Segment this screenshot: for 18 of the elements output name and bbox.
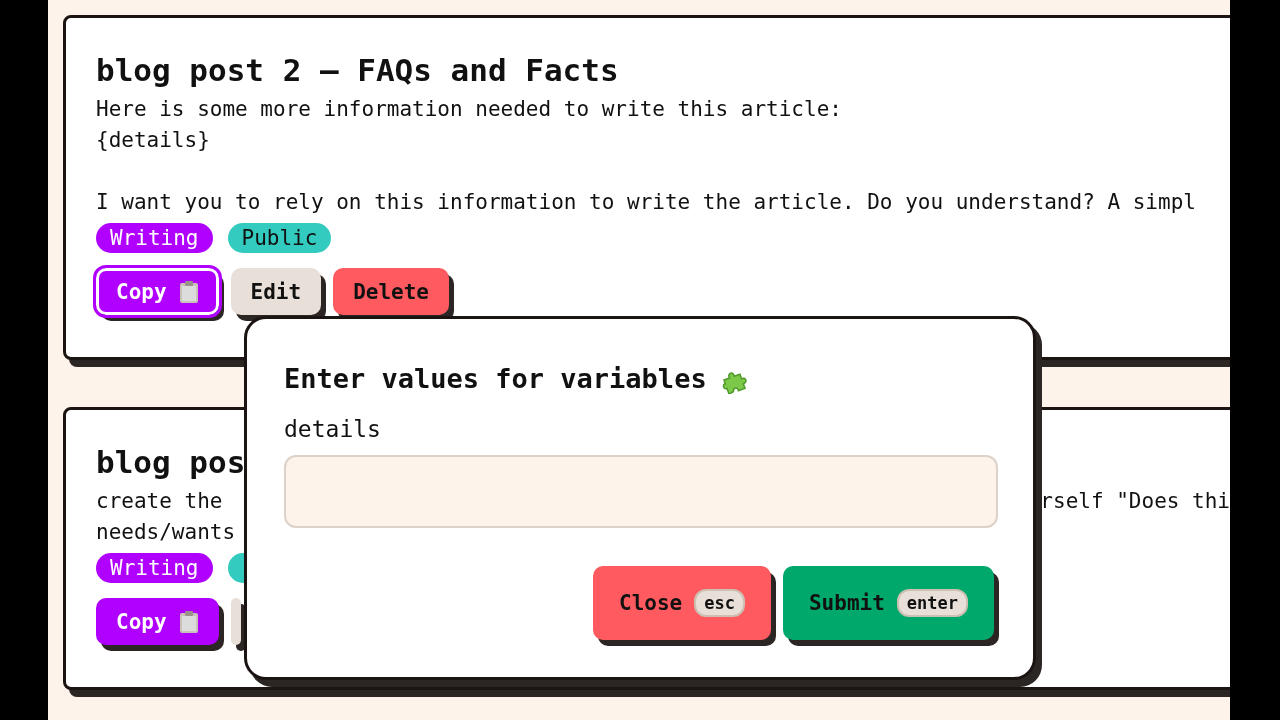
clipboard-icon: [178, 609, 199, 634]
prompt-text: needs/wants: [96, 519, 236, 546]
field-label: details: [284, 415, 382, 444]
shortcut-key: esc: [694, 589, 745, 617]
tag: Public: [227, 223, 332, 253]
prompt-text: I want you to rely on this information to write the article. Do you understand? A simpl: [96, 189, 1196, 216]
prompt-text: Here is some more information needed to write this article:: [96, 96, 842, 123]
clipboard-icon: [178, 279, 199, 304]
tag: Writing: [96, 553, 213, 583]
prompt-text: {details}: [96, 127, 210, 154]
prompt-text: rself "Does thi: [1040, 488, 1230, 515]
card-title: blog post 2 – FAQs and Facts: [96, 51, 620, 90]
dialog-title: Enter values for variables: [284, 362, 707, 396]
tag: Writing: [96, 223, 213, 253]
card-title: blog pos: [96, 443, 247, 482]
input-field[interactable]: [284, 455, 998, 528]
prompt-text: create the: [96, 488, 223, 515]
shortcut-key: enter: [896, 589, 968, 617]
